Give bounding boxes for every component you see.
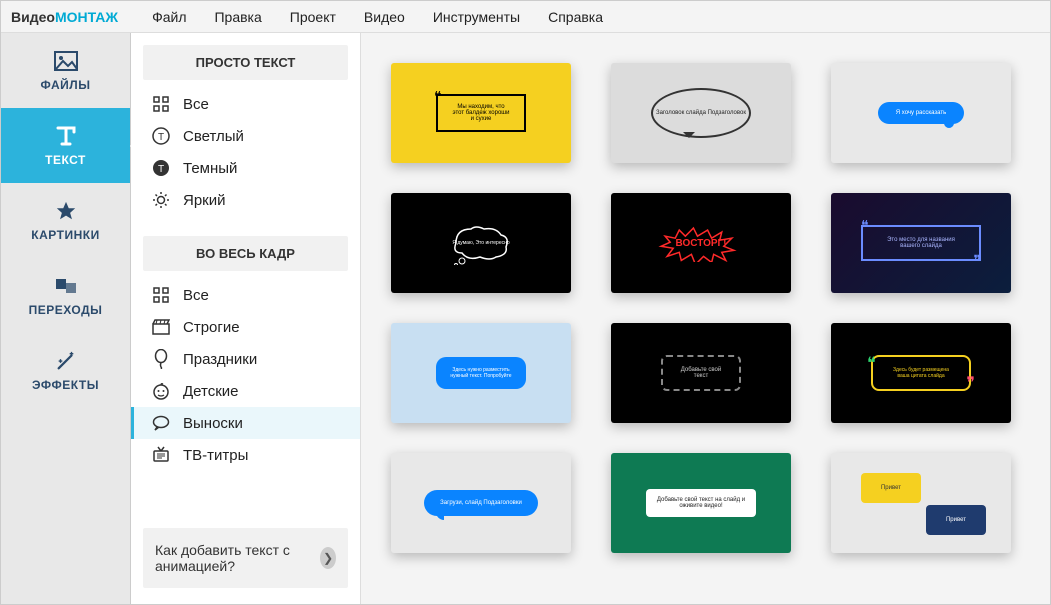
menu-file[interactable]: Файл [138,1,200,32]
cat-label: Строгие [183,319,240,336]
group-header-fullframe: ВО ВЕСЬ КАДР [143,236,348,271]
cat-label: Яркий [183,192,226,209]
thumb-text: Добавьте свой текст [661,355,741,391]
chevron-right-icon: ❯ [320,547,336,569]
cat-label: Темный [183,160,237,177]
template-thumb[interactable]: Я хочу рассказать [831,63,1011,163]
baby-icon [151,381,171,401]
cat-strict[interactable]: Строгие [131,311,360,343]
template-thumb[interactable]: Я думаю, Это интересно [391,193,571,293]
circle-t-icon: T [151,126,171,146]
menu-edit[interactable]: Правка [200,1,275,32]
cat-label: Все [183,96,209,113]
cat-label: Праздники [183,351,257,368]
thumb-text: Загрузи, слайд Подзаголовки [424,490,538,516]
rail-label: ТЕКСТ [45,153,86,167]
group-header-simple: ПРОСТО ТЕКСТ [143,45,348,80]
cat-holidays[interactable]: Праздники [131,343,360,375]
menu-video[interactable]: Видео [350,1,419,32]
thumb-text: Это место для названия вашего слайда [861,225,981,261]
app-logo: ВидеоМОНТАЖ [11,9,118,25]
menu-help[interactable]: Справка [534,1,617,32]
template-thumb[interactable]: Это место для названия вашего слайда [831,193,1011,293]
text-icon [54,124,78,148]
cat-all-full[interactable]: Все [131,279,360,311]
template-thumb[interactable]: Мы находим, что этот балдеж хороши и сух… [391,63,571,163]
categories-panel: ПРОСТО ТЕКСТ Все T Светлый T Темный Ярки… [131,33,361,604]
cat-label: Выноски [183,415,243,432]
cat-kids[interactable]: Детские [131,375,360,407]
transitions-icon [54,274,78,298]
cat-label: ТВ-титры [183,447,248,464]
clapperboard-icon [151,317,171,337]
cat-label: Светлый [183,128,244,145]
template-thumb[interactable]: Здесь нужно разместить нужный текст. Поп… [391,323,571,423]
template-thumb[interactable]: Заголовок слайда Подзаголовок [611,63,791,163]
thumb-text: ВОСТОРГ! [675,238,726,249]
help-text: Как добавить текст с анимацией? [155,542,312,574]
speech-icon [151,413,171,433]
menu-project[interactable]: Проект [276,1,350,32]
rail-effects[interactable]: ЭФФЕКТЫ [1,333,130,408]
rail-text[interactable]: ТЕКСТ [1,108,130,183]
thumb-text: Мы находим, что этот балдеж хороши и сух… [436,94,526,132]
rail-label: ФАЙЛЫ [41,78,91,92]
cat-bright[interactable]: Яркий [131,184,360,216]
left-rail: ФАЙЛЫ ТЕКСТ КАРТИНКИ ПЕРЕХОДЫ ЭФФЕКТЫ [1,33,131,604]
menubar: ВидеоМОНТАЖ Файл Правка Проект Видео Инс… [1,1,1050,33]
cat-callouts[interactable]: Выноски [131,407,360,439]
tv-icon [151,445,171,465]
rail-files[interactable]: ФАЙЛЫ [1,33,130,108]
thumb-text: Привет [926,505,986,535]
circle-t-fill-icon: T [151,158,171,178]
template-thumb[interactable]: Добавьте свой текст на слайд и оживите в… [611,453,791,553]
grid-icon [151,285,171,305]
cat-all-simple[interactable]: Все [131,88,360,120]
star-icon [54,199,78,223]
rail-transitions[interactable]: ПЕРЕХОДЫ [1,258,130,333]
template-thumb[interactable]: Привет Привет [831,453,1011,553]
wand-icon [54,349,78,373]
cat-tvtitles[interactable]: ТВ-титры [131,439,360,471]
thumb-text: Я хочу рассказать [878,102,964,124]
thumb-text: Заголовок слайда Подзаголовок [651,88,751,138]
menu-tools[interactable]: Инструменты [419,1,534,32]
cat-label: Детские [183,383,239,400]
template-thumb[interactable]: Добавьте свой текст [611,323,791,423]
svg-text:T: T [158,132,164,143]
thumb-text: Добавьте свой текст на слайд и оживите в… [646,489,756,517]
balloon-icon [151,349,171,369]
cat-label: Все [183,287,209,304]
thumb-text: Я думаю, Это интересно [446,221,516,265]
sun-icon [151,190,171,210]
image-icon [54,49,78,73]
template-gallery: Мы находим, что этот балдеж хороши и сух… [361,33,1050,604]
thumb-text: Привет [861,473,921,503]
rail-pictures[interactable]: КАРТИНКИ [1,183,130,258]
rail-label: ЭФФЕКТЫ [32,378,99,392]
grid-icon [151,94,171,114]
help-button[interactable]: Как добавить текст с анимацией? ❯ [143,528,348,588]
thumb-text: Здесь нужно разместить нужный текст. Поп… [436,357,526,389]
thumb-text: Здесь будет размещена ваша цитата слайда [871,355,971,391]
template-thumb[interactable]: Загрузи, слайд Подзаголовки [391,453,571,553]
rail-label: ПЕРЕХОДЫ [29,303,103,317]
cat-light[interactable]: T Светлый [131,120,360,152]
cat-dark[interactable]: T Темный [131,152,360,184]
main-area: ФАЙЛЫ ТЕКСТ КАРТИНКИ ПЕРЕХОДЫ ЭФФЕКТЫ [1,33,1050,604]
svg-text:T: T [158,164,164,175]
template-thumb[interactable]: Здесь будет размещена ваша цитата слайда [831,323,1011,423]
template-thumb[interactable]: ВОСТОРГ! [611,193,791,293]
rail-label: КАРТИНКИ [31,228,99,242]
